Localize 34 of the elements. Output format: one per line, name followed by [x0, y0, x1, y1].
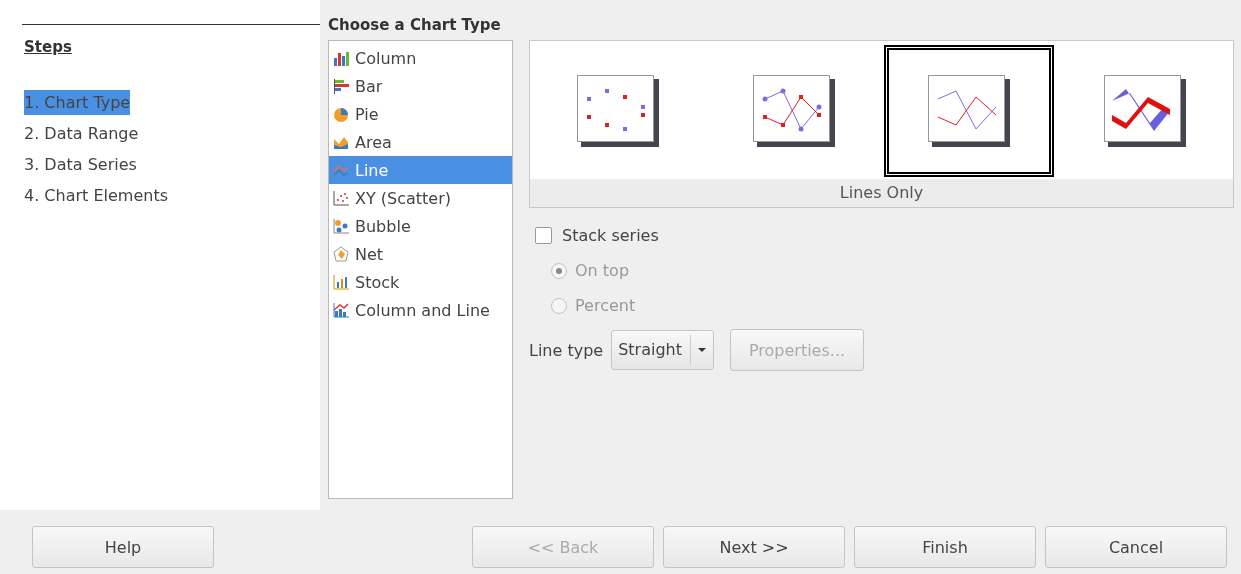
chart-type-item[interactable]: XY (Scatter) [329, 184, 512, 212]
chart-type-icon [333, 77, 350, 95]
chart-type-icon [333, 49, 350, 67]
radio-label: Percent [575, 296, 636, 315]
dialog-button[interactable]: Help [32, 526, 214, 568]
stack-series-checkbox[interactable] [535, 227, 552, 244]
stack-series-label: Stack series [562, 226, 659, 245]
chart-type-item[interactable]: Column and Line [329, 296, 512, 324]
chart-type-icon [333, 217, 350, 235]
chart-variant[interactable] [884, 45, 1055, 177]
step-item[interactable]: 4. Chart Elements [24, 183, 168, 208]
dialog-button[interactable]: Cancel [1045, 526, 1227, 568]
chart-type-icon [333, 273, 350, 291]
chart-type-item[interactable]: Stock [329, 268, 512, 296]
variant-label: Lines Only [530, 179, 1233, 207]
chart-type-icon [333, 301, 350, 319]
step-item[interactable]: 3. Data Series [24, 152, 137, 177]
chart-type-item[interactable]: Area [329, 128, 512, 156]
step-item[interactable]: 2. Data Range [24, 121, 139, 146]
chart-type-item[interactable]: Pie [329, 100, 512, 128]
section-heading: Choose a Chart Type [328, 16, 502, 34]
chart-type-icon [333, 189, 350, 207]
chart-type-icon [333, 105, 350, 123]
chart-type-item[interactable]: Bar [329, 72, 512, 100]
chart-type-item[interactable]: Bubble [329, 212, 512, 240]
dialog-button[interactable]: Next >> [663, 526, 845, 568]
radio-label: On top [575, 261, 630, 280]
line-type-dropdown[interactable]: Straight [611, 330, 714, 370]
chart-type-item[interactable]: Net [329, 240, 512, 268]
line-type-label: Line type [529, 340, 604, 360]
chart-type-icon [333, 245, 350, 263]
dialog-button[interactable]: Finish [854, 526, 1036, 568]
chart-type-item[interactable]: Column [329, 44, 512, 72]
steps-title: Steps [24, 38, 73, 56]
